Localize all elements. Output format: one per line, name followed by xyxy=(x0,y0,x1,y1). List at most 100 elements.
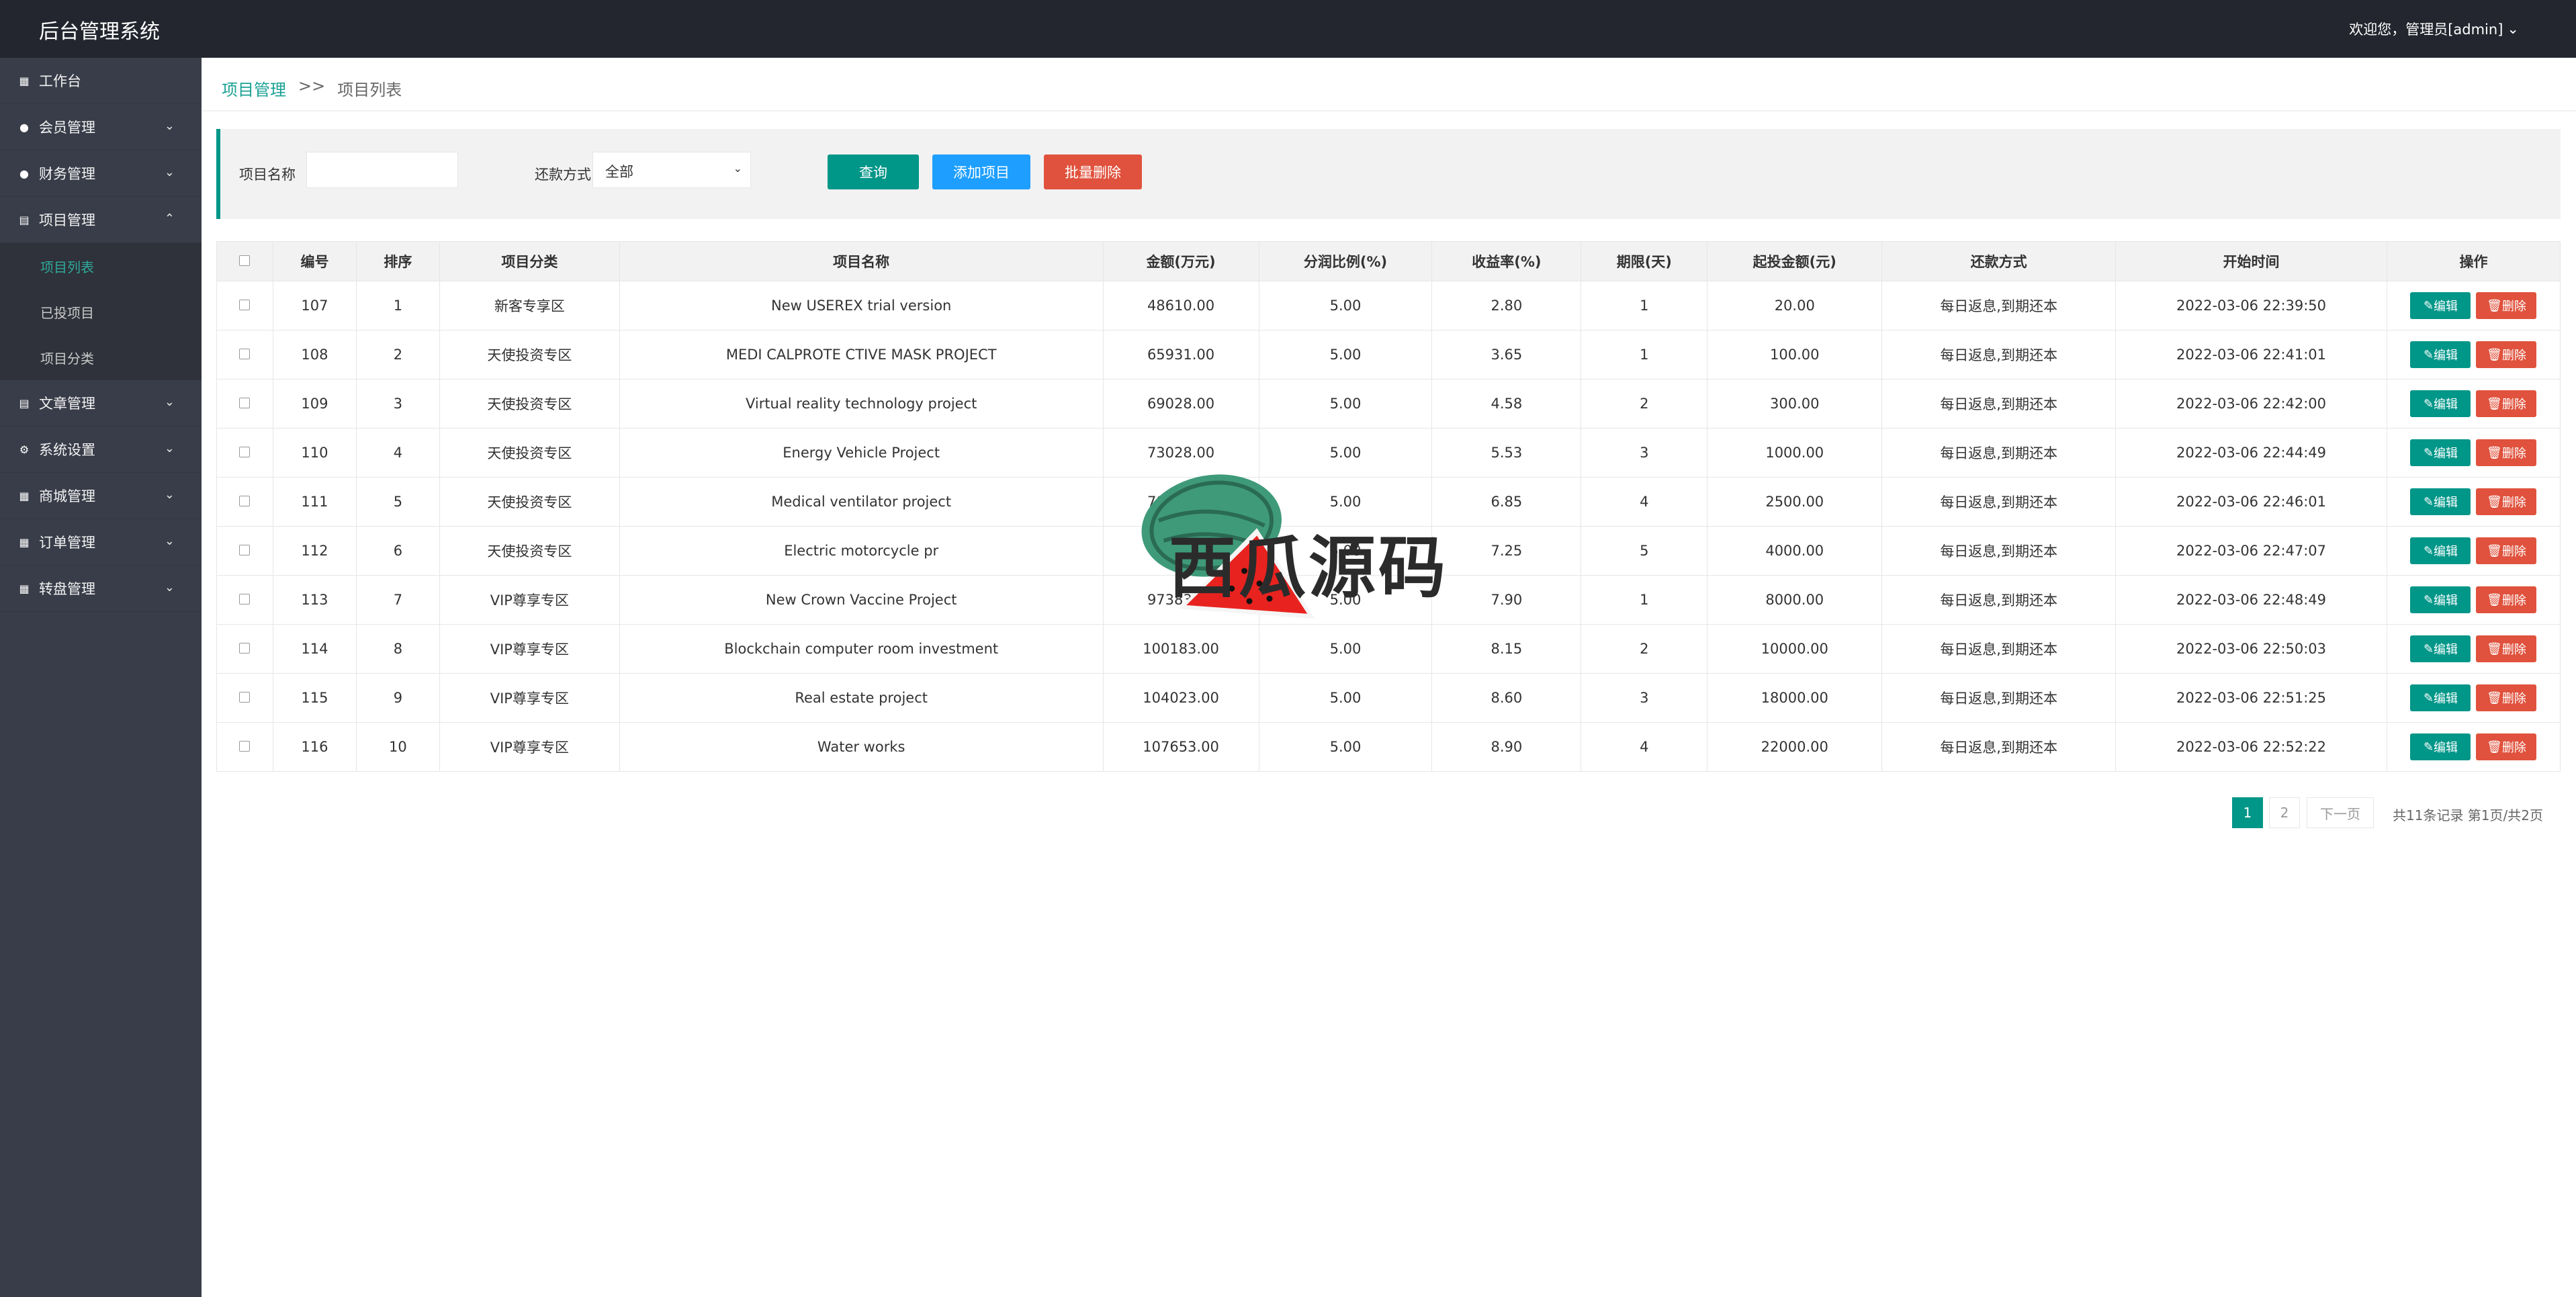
row-checkbox[interactable] xyxy=(239,398,251,408)
row-checkbox[interactable] xyxy=(239,741,251,752)
sidebar-subitem-project-list[interactable]: 项目列表 xyxy=(0,243,202,289)
sidebar-item-settings[interactable]: ⚙ 系统设置 ⌄ xyxy=(0,427,202,473)
gear-icon: ⚙ xyxy=(19,443,30,456)
add-project-button[interactable]: 添加项目 xyxy=(932,154,1030,189)
table-cell: Real estate project xyxy=(619,673,1104,723)
edit-button[interactable]: ✎ 编辑 xyxy=(2410,733,2471,760)
chevron-down-icon: ⌄ xyxy=(733,162,742,175)
delete-button[interactable]: 🗑 删除 xyxy=(2476,586,2537,613)
row-select-cell xyxy=(216,477,273,527)
table-cell: VIP尊享专区 xyxy=(439,722,620,772)
sidebar-item-wheel[interactable]: ▦ 转盘管理 ⌄ xyxy=(0,566,202,612)
chevron-down-icon: ⌄ xyxy=(164,488,175,502)
sidebar-item-label: 转盘管理 xyxy=(39,581,95,597)
table-cell: VIP尊享专区 xyxy=(439,575,620,625)
row-checkbox[interactable] xyxy=(239,643,251,654)
project-name-input[interactable] xyxy=(306,152,458,188)
table-cell: 3 xyxy=(355,379,440,429)
delete-button[interactable]: 🗑 删除 xyxy=(2476,733,2537,760)
edit-button[interactable]: ✎ 编辑 xyxy=(2410,537,2471,564)
actions-cell: ✎ 编辑 🗑 删除 xyxy=(2386,526,2561,576)
row-checkbox[interactable] xyxy=(239,692,251,703)
delete-button[interactable]: 🗑 删除 xyxy=(2476,439,2537,466)
select-all-checkbox[interactable] xyxy=(239,255,251,266)
column-header: 期限(天) xyxy=(1581,241,1708,281)
actions-cell: ✎ 编辑 🗑 删除 xyxy=(2386,428,2561,478)
edit-label: 编辑 xyxy=(2434,300,2458,314)
row-select-cell xyxy=(216,428,273,478)
repay-method-select[interactable]: 全部 ⌄ xyxy=(592,152,751,188)
edit-button[interactable]: ✎ 编辑 xyxy=(2410,341,2471,368)
row-checkbox[interactable] xyxy=(239,447,251,457)
table-cell: 天使投资专区 xyxy=(439,330,620,379)
delete-button[interactable]: 🗑 删除 xyxy=(2476,635,2537,662)
pagination-summary: 共11条记录 第1页/共2页 xyxy=(2393,807,2543,823)
edit-button[interactable]: ✎ 编辑 xyxy=(2410,488,2471,515)
sidebar-item-articles[interactable]: ▤ 文章管理 ⌄ xyxy=(0,380,202,427)
actions-cell: ✎ 编辑 🗑 删除 xyxy=(2386,624,2561,674)
table-row: 114 8 VIP尊享专区 Blockchain computer room inve… xyxy=(216,624,2561,674)
row-select-cell xyxy=(216,575,273,625)
edit-button[interactable]: ✎ 编辑 xyxy=(2410,439,2471,466)
row-checkbox[interactable] xyxy=(239,349,251,359)
actions-cell: ✎ 编辑 🗑 删除 xyxy=(2386,673,2561,723)
row-checkbox[interactable] xyxy=(239,594,251,605)
column-header: 开始时间 xyxy=(2115,241,2387,281)
table-cell: 8 xyxy=(355,624,440,674)
delete-button[interactable]: 🗑 删除 xyxy=(2476,488,2537,515)
table-cell: 每日返息,到期还本 xyxy=(1881,624,2117,674)
table-cell: 每日返息,到期还本 xyxy=(1881,330,2117,379)
table-cell: 65931.00 xyxy=(1102,330,1259,379)
edit-icon: ✎ xyxy=(2423,494,2434,509)
row-checkbox[interactable] xyxy=(239,545,251,555)
query-button[interactable]: 查询 xyxy=(828,154,919,189)
column-header: 金额(万元) xyxy=(1102,241,1259,281)
batch-delete-button[interactable]: 批量删除 xyxy=(1044,154,1142,189)
delete-label: 删除 xyxy=(2501,398,2526,412)
edit-button[interactable]: ✎ 编辑 xyxy=(2410,684,2471,711)
edit-icon: ✎ xyxy=(2423,543,2434,558)
row-checkbox[interactable] xyxy=(239,300,251,310)
table-cell: 1 xyxy=(1581,575,1708,625)
chevron-down-icon: ⌄ xyxy=(2507,21,2519,37)
sidebar-subitem-project-categories[interactable]: 项目分类 xyxy=(0,334,202,380)
sidebar-item-finance[interactable]: ● 财务管理 ⌄ xyxy=(0,150,202,197)
chevron-down-icon: ⌄ xyxy=(164,441,175,455)
delete-label: 删除 xyxy=(2501,349,2526,363)
edit-button[interactable]: ✎ 编辑 xyxy=(2410,586,2471,613)
delete-button[interactable]: 🗑 删除 xyxy=(2476,390,2537,417)
row-checkbox[interactable] xyxy=(239,496,251,506)
actions-cell: ✎ 编辑 🗑 删除 xyxy=(2386,575,2561,625)
table-cell: 107653.00 xyxy=(1102,722,1259,772)
article-icon: ▤ xyxy=(19,396,30,410)
edit-button[interactable]: ✎ 编辑 xyxy=(2410,635,2471,662)
sidebar-item-members[interactable]: ● 会员管理 ⌄ xyxy=(0,104,202,150)
table-cell: 每日返息,到期还本 xyxy=(1881,526,2117,576)
sidebar-item-projects[interactable]: ▤ 项目管理 ⌃ xyxy=(0,197,202,243)
edit-button[interactable]: ✎ 编辑 xyxy=(2410,390,2471,417)
edit-button[interactable]: ✎ 编辑 xyxy=(2410,292,2471,319)
row-select-cell xyxy=(216,330,273,379)
edit-label: 编辑 xyxy=(2434,545,2458,559)
delete-button[interactable]: 🗑 删除 xyxy=(2476,537,2537,564)
edit-icon: ✎ xyxy=(2423,641,2434,656)
sidebar-subitem-invested-projects[interactable]: 已投项目 xyxy=(0,289,202,334)
page-button[interactable]: 2 xyxy=(2269,797,2300,828)
next-page-button[interactable]: 下一页 xyxy=(2307,797,2374,828)
table-cell: 1 xyxy=(1581,330,1708,379)
table-cell: 2500.00 xyxy=(1707,477,1883,527)
page-button-current[interactable]: 1 xyxy=(2232,797,2263,828)
sidebar-item-dashboard[interactable]: ▦ 工作台 xyxy=(0,58,202,104)
delete-button[interactable]: 🗑 删除 xyxy=(2476,684,2537,711)
delete-button[interactable]: 🗑 删除 xyxy=(2476,292,2537,319)
breadcrumb-parent[interactable]: 项目管理 xyxy=(222,77,286,100)
table-cell: 300.00 xyxy=(1707,379,1883,429)
column-header: 排序 xyxy=(355,241,440,281)
sidebar-item-orders[interactable]: ▦ 订单管理 ⌄ xyxy=(0,519,202,566)
delete-button[interactable]: 🗑 删除 xyxy=(2476,341,2537,368)
user-menu[interactable]: 欢迎您，管理员[admin] ⌄ xyxy=(2349,19,2519,39)
edit-icon: ✎ xyxy=(2423,396,2434,411)
table-cell: 6 xyxy=(355,526,440,576)
sidebar-submenu-projects: 项目列表 已投项目 项目分类 xyxy=(0,243,202,380)
sidebar-item-shop[interactable]: ▦ 商城管理 ⌄ xyxy=(0,473,202,519)
